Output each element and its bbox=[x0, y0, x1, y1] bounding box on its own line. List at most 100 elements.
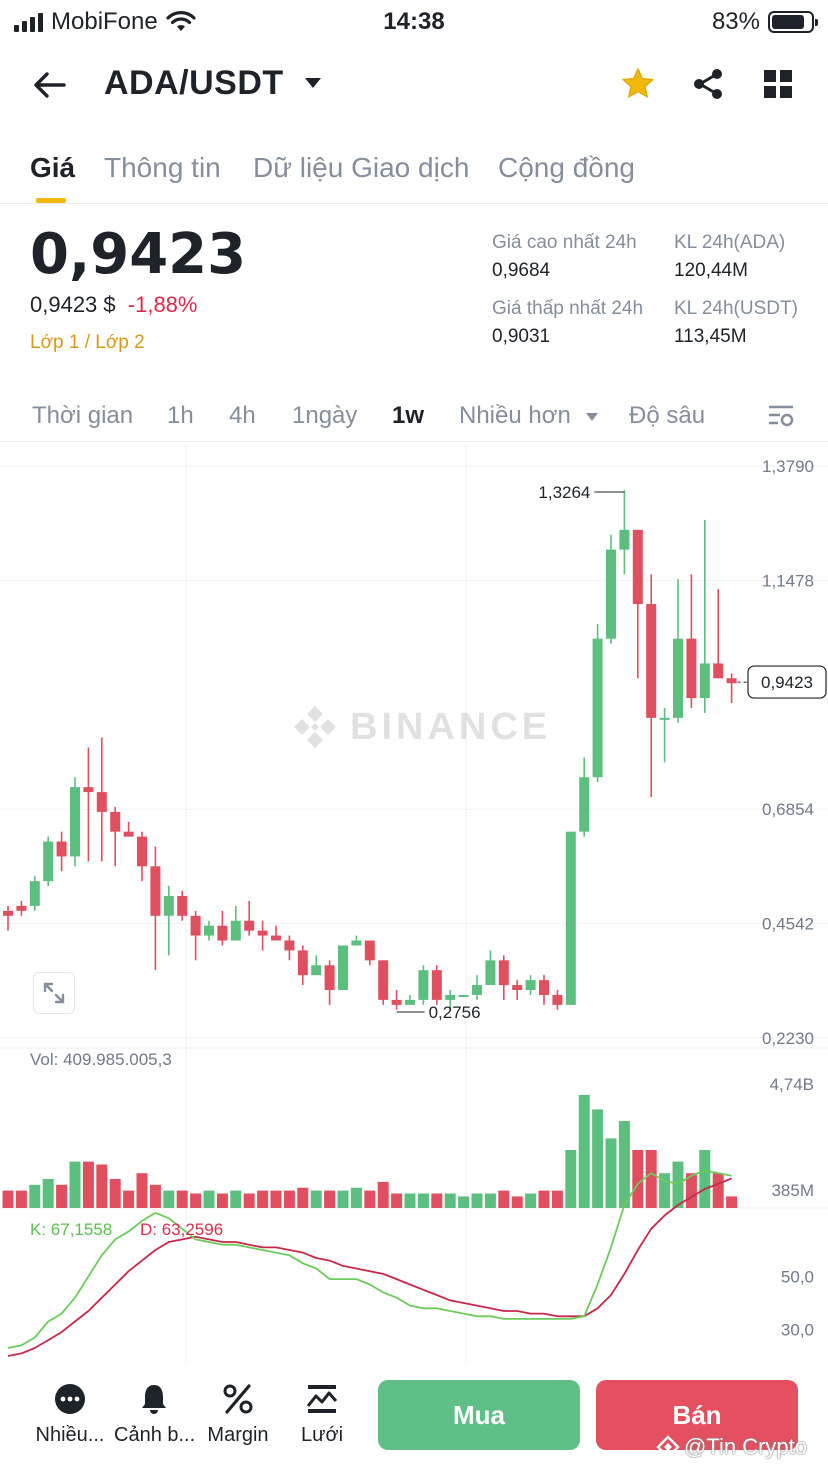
volume-bar bbox=[230, 1190, 242, 1208]
candle-body bbox=[619, 529, 630, 550]
active-tab-indicator bbox=[36, 198, 66, 203]
volume-bar bbox=[525, 1193, 537, 1208]
volume-bar bbox=[297, 1187, 309, 1208]
candle-body bbox=[3, 910, 13, 916]
nav-more[interactable]: Nhiều... bbox=[30, 1382, 110, 1447]
bell-icon bbox=[142, 1385, 166, 1414]
candle-body bbox=[311, 965, 322, 976]
chart-settings-icon[interactable] bbox=[766, 402, 796, 430]
candle-body bbox=[431, 970, 442, 1000]
tab-info[interactable]: Thông tin bbox=[104, 152, 221, 184]
volume-bar bbox=[123, 1190, 135, 1208]
share-icon[interactable] bbox=[690, 66, 726, 102]
candle-body bbox=[217, 925, 228, 941]
candle-body bbox=[391, 999, 402, 1005]
volume-bar bbox=[417, 1193, 429, 1208]
vol-quote-value: 113,45M bbox=[674, 326, 747, 347]
high-24h-label: Giá cao nhất 24h bbox=[492, 232, 637, 253]
binance-logo-icon bbox=[294, 706, 336, 748]
fiat-price-row: 0,9423 $ -1,88% bbox=[30, 292, 197, 318]
back-arrow-icon[interactable] bbox=[30, 68, 70, 102]
interval-more[interactable]: Nhiều hơn bbox=[459, 402, 571, 430]
candle-body bbox=[539, 980, 549, 995]
volume-bar bbox=[69, 1161, 81, 1208]
percent-icon bbox=[223, 1384, 253, 1414]
chart-canvas[interactable]: 1,3790 1,1478 0,6854 0,4542 0,2230 1,3264 0,27… bbox=[0, 444, 828, 1364]
volume-bar bbox=[484, 1193, 496, 1208]
price-axis-label: 1,3790 bbox=[762, 457, 814, 476]
candle-body bbox=[123, 831, 134, 837]
volume-bar bbox=[310, 1190, 322, 1208]
volume-bar bbox=[391, 1193, 403, 1208]
vol-quote-label: KL 24h(USDT) bbox=[674, 298, 798, 319]
candle-body bbox=[485, 960, 496, 986]
candle-body bbox=[579, 777, 590, 832]
candle-body bbox=[552, 994, 563, 1005]
interval-1w[interactable]: 1w bbox=[392, 402, 424, 430]
last-price: 0,9423 bbox=[30, 222, 247, 287]
volume-bar bbox=[257, 1190, 269, 1208]
nav-margin[interactable]: Margin bbox=[198, 1382, 278, 1447]
current-price-label: 0,9423 bbox=[761, 673, 813, 692]
candle-body bbox=[472, 985, 482, 995]
category-tag[interactable]: Lớp 1 / Lớp 2 bbox=[30, 332, 145, 354]
volume-bar bbox=[2, 1190, 14, 1208]
header: ADA/USDT bbox=[0, 50, 828, 120]
volume-bar bbox=[337, 1190, 349, 1208]
candle-body bbox=[163, 895, 174, 916]
interval-1day[interactable]: 1ngày bbox=[292, 402, 357, 430]
volume-bar bbox=[565, 1150, 577, 1208]
tab-trading-data[interactable]: Dữ liệu Giao dịch bbox=[253, 152, 469, 184]
nav-alert[interactable]: Cảnh b... bbox=[114, 1382, 195, 1447]
nav-grid-label: Lưới bbox=[300, 1424, 344, 1446]
interval-4h[interactable]: 4h bbox=[229, 402, 256, 430]
volume-bar bbox=[203, 1190, 215, 1208]
candle-body bbox=[351, 940, 362, 946]
min-price-label: 0,2756 bbox=[429, 1003, 481, 1022]
volume-bar bbox=[632, 1150, 644, 1208]
candle-body bbox=[632, 529, 643, 605]
tab-bar: Giá Thông tin Dữ liệu Giao dịch Cộng đồn… bbox=[0, 140, 828, 204]
nav-margin-label: Margin bbox=[207, 1424, 269, 1446]
interval-1h[interactable]: 1h bbox=[167, 402, 194, 430]
interval-time[interactable]: Thời gian bbox=[32, 402, 133, 430]
kd-k-value: K: 67,1558 bbox=[30, 1220, 113, 1239]
tab-community[interactable]: Cộng đồng bbox=[498, 152, 635, 184]
candle-body bbox=[726, 678, 737, 684]
caret-down-icon[interactable] bbox=[302, 72, 324, 94]
volume-bar bbox=[163, 1190, 175, 1208]
volume-bar bbox=[592, 1109, 604, 1208]
candle-body bbox=[230, 920, 241, 941]
candle-body bbox=[606, 549, 616, 639]
interval-depth[interactable]: Độ sâu bbox=[629, 402, 705, 430]
candle-body bbox=[512, 985, 523, 991]
star-icon[interactable] bbox=[620, 66, 656, 102]
volume-bar bbox=[216, 1193, 228, 1208]
volume-bar bbox=[618, 1121, 630, 1208]
volume-bar bbox=[29, 1184, 41, 1208]
volume-bar bbox=[243, 1193, 255, 1208]
credit-watermark: @Tin Crypto bbox=[656, 1434, 807, 1460]
candle-body bbox=[257, 930, 268, 936]
tab-price[interactable]: Giá bbox=[30, 152, 75, 184]
fullscreen-button[interactable] bbox=[33, 972, 75, 1014]
price-chart[interactable]: 1,3790 1,1478 0,6854 0,4542 0,2230 1,3264 0,27… bbox=[0, 444, 828, 1364]
watermark: BINANCE bbox=[290, 702, 551, 752]
battery-icon bbox=[768, 11, 818, 33]
grid-icon[interactable] bbox=[762, 68, 794, 100]
vol-base-label: KL 24h(ADA) bbox=[674, 232, 786, 253]
volume-bar bbox=[578, 1094, 590, 1208]
candle-body bbox=[458, 994, 469, 997]
price-axis-label: 1,1478 bbox=[762, 571, 814, 590]
volume-bar bbox=[511, 1196, 523, 1208]
nav-grid[interactable]: Lưới bbox=[282, 1382, 362, 1447]
buy-button[interactable]: Mua bbox=[378, 1380, 580, 1450]
caret-down-icon[interactable] bbox=[585, 412, 599, 422]
low-24h-value: 0,9031 bbox=[492, 326, 551, 347]
volume-axis-label: 4,74B bbox=[770, 1075, 814, 1094]
volume-bar bbox=[471, 1193, 483, 1208]
pair-title[interactable]: ADA/USDT bbox=[104, 64, 284, 103]
candle-body bbox=[592, 638, 603, 778]
candle-body bbox=[271, 935, 281, 941]
kd-axis-label: 30,0 bbox=[781, 1321, 814, 1340]
